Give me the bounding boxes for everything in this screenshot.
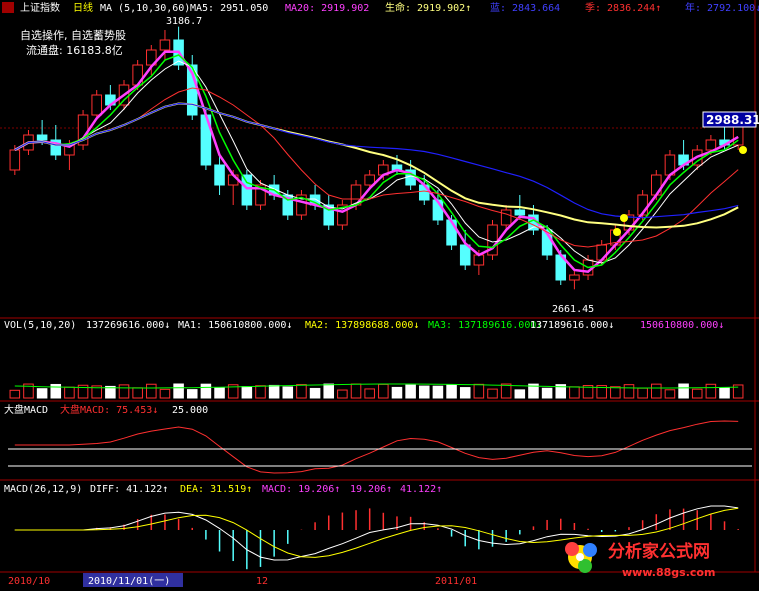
candle-body [241, 174, 253, 206]
volume-bar [446, 384, 457, 399]
volume-bar [610, 386, 621, 399]
vol-v6: 150610800.000↓ [640, 320, 724, 331]
candle-body [473, 254, 485, 266]
vol-ma1: MA1: 150610800.000↓ [178, 320, 292, 331]
vol-title: VOL(5,10,20) [4, 320, 76, 331]
dapan-title-2: 大盘MACD: 75.453↓ [60, 403, 158, 416]
volume-bar [719, 387, 730, 399]
volume-bar [459, 387, 471, 399]
volume-bar [705, 383, 717, 399]
season-value: 季: 2836.244↑ [585, 2, 661, 14]
volume-bar [678, 383, 689, 399]
volume-bar [691, 388, 703, 399]
volume-bar [623, 384, 635, 399]
candle-body [159, 39, 171, 51]
volume-bar [64, 386, 75, 399]
volume-bar [350, 383, 362, 399]
volume-bar [637, 387, 648, 399]
volume-bar [200, 383, 212, 399]
volume-bar [241, 386, 253, 399]
ma5-value: MA5: 2951.050 [190, 3, 268, 14]
signal-dot [613, 228, 621, 236]
volume-bar [487, 388, 498, 399]
candle-body [214, 164, 225, 186]
macd-title: MACD(26,12,9) [4, 484, 82, 495]
overlay-note-2: 流通盘: 16183.8亿 [26, 44, 123, 57]
volume-bar [337, 389, 348, 399]
dapan-value: 25.000 [172, 405, 208, 416]
volume-bar [159, 388, 171, 399]
vol-value: 137269616.000↓ [86, 320, 170, 331]
date-label: 12 [256, 576, 268, 587]
watermark-brand: 分析家公式网 [608, 541, 710, 562]
volume-bar [214, 387, 225, 399]
volume-bar [132, 387, 143, 399]
candle-body [705, 139, 717, 151]
blue-value: 蓝: 2843.664 [490, 2, 560, 14]
volume-bar [36, 388, 48, 399]
macd-v4: 19.206↑ [350, 484, 392, 495]
watermark-url: www.88gs.com [622, 566, 715, 579]
dapan-title: 大盘MACD [4, 403, 48, 416]
candle-body [500, 209, 512, 226]
volume-bar [118, 384, 130, 399]
signal-dot [739, 146, 747, 154]
current-price: 2988.31 [706, 113, 759, 127]
volume-bar [255, 385, 266, 399]
volume-bar [364, 388, 375, 399]
vol-v5: 137189616.000↓ [530, 320, 614, 331]
vol-ma2: MA2: 137898688.000↓ [305, 320, 419, 331]
volume-bar [405, 384, 416, 399]
menu-icon[interactable] [2, 2, 14, 13]
period-label: 日线 [73, 1, 93, 14]
candle-body [569, 274, 580, 281]
volume-bar [186, 389, 198, 399]
volume-bar [268, 384, 280, 399]
volume-bar [391, 386, 403, 399]
volume-bar [173, 383, 184, 399]
index-name: 上证指数 [20, 1, 60, 14]
stock-chart: 上证指数 日线 MA (5,10,30,60) MA5: 2951.050 MA… [0, 0, 759, 591]
volume-bar [418, 385, 430, 399]
year-value: 年: 2792.100↓ [685, 1, 759, 14]
ma20-value: MA20: 2919.902 [285, 3, 369, 14]
high-marker: 3186.7 [166, 16, 202, 27]
volume-bar [296, 384, 307, 399]
volume-bar [9, 389, 21, 399]
volume-bar [282, 386, 294, 399]
life-value: 生命: 2919.902↑ [385, 1, 471, 14]
candle-body [514, 209, 526, 216]
candle-body [9, 149, 21, 171]
volume-bar [500, 383, 512, 399]
candle-body [459, 244, 471, 266]
volume-bar [651, 383, 662, 399]
macd-dea: DEA: 31.519↑ [180, 484, 252, 495]
volume-bar [569, 386, 580, 399]
date-label: 2010/10 [8, 576, 50, 587]
macd-macd: MACD: 19.206↑ [262, 484, 340, 495]
volume-bar [664, 389, 676, 399]
candle-body [36, 134, 48, 141]
candle-body [91, 94, 102, 116]
volume-bar [146, 383, 157, 399]
volume-bar [541, 387, 553, 399]
volume-bar [309, 387, 321, 399]
volume-bar [432, 385, 444, 399]
macd-v5: 41.122↑ [400, 484, 442, 495]
volume-bar [473, 383, 485, 399]
overlay-note-1: 自选操作, 自选蓄势股 [20, 29, 126, 42]
volume-bar [378, 383, 389, 399]
volume-bar [323, 383, 335, 399]
signal-dot [620, 214, 628, 222]
volume-bar [514, 389, 526, 399]
vol-ma3: MA3: 137189616.000↓ [428, 320, 542, 331]
low-marker: 2661.45 [552, 304, 594, 315]
date-label: 2011/01 [435, 576, 477, 587]
date-label: 2010/11/01(一) [88, 576, 170, 587]
ma-params: MA (5,10,30,60) [100, 3, 190, 14]
macd-diff: DIFF: 41.122↑ [90, 484, 168, 495]
